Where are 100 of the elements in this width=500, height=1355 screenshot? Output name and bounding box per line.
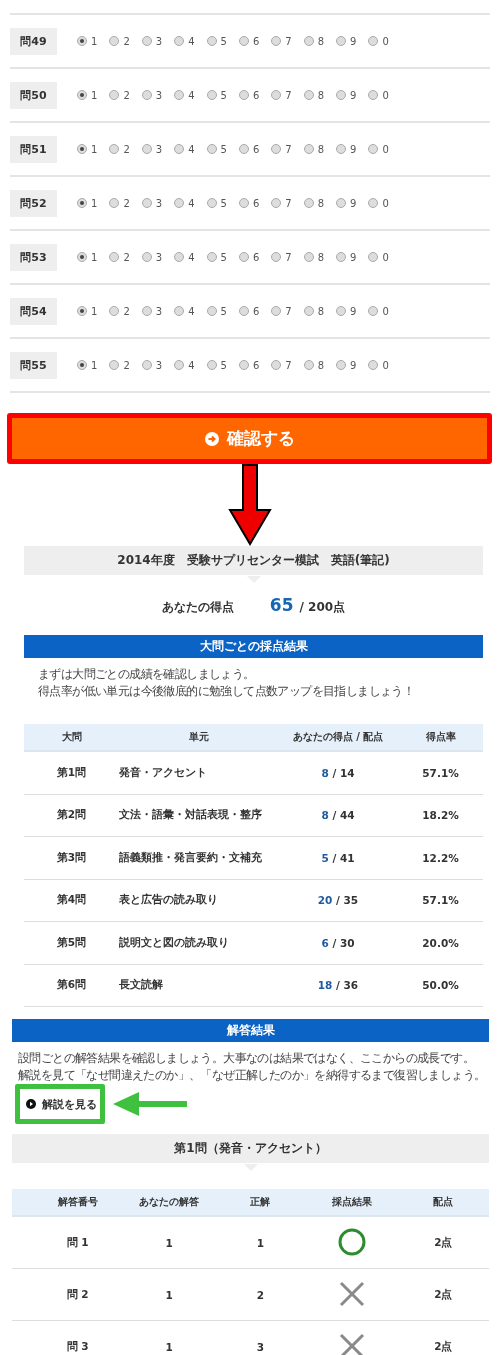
column-header: 配点	[432, 1195, 455, 1209]
radio-option[interactable]: 1	[77, 251, 98, 263]
question-label: 問50	[10, 81, 57, 109]
radio-option[interactable]: 2	[109, 305, 130, 317]
radio-option[interactable]: 0	[368, 35, 389, 47]
radio-option[interactable]: 0	[368, 251, 389, 263]
table-cell-text: 語義類推・発言要約・文補充	[119, 850, 263, 865]
radio-option[interactable]: 4	[174, 251, 195, 263]
table-cell-text: 発音・アクセント	[119, 765, 208, 780]
table-cell-text: 1	[164, 1288, 174, 1301]
radio-option[interactable]: 0	[368, 143, 389, 155]
table-cell-text: 第2問	[55, 808, 88, 823]
question-label: 問49	[10, 27, 57, 55]
radio-option[interactable]: 3	[141, 197, 163, 209]
radio-option[interactable]: 7	[271, 305, 292, 317]
radio-option[interactable]: 9	[336, 143, 357, 155]
radio-option[interactable]: 9	[336, 89, 357, 101]
radio-option[interactable]: 5	[206, 89, 227, 101]
radio-option[interactable]: 6	[238, 89, 260, 101]
radio-option[interactable]: 2	[109, 251, 130, 263]
radio-option[interactable]: 5	[206, 359, 227, 371]
radio-option[interactable]: 3	[141, 89, 163, 101]
intro-text: まずは大問ごとの成績を確認しましょう。	[37, 666, 256, 683]
radio-option[interactable]: 9	[336, 359, 357, 371]
radio-option[interactable]: 7	[271, 143, 292, 155]
question-label: 問52	[10, 189, 57, 217]
radio-option[interactable]: 0	[368, 89, 389, 101]
radio-option[interactable]: 8	[303, 359, 324, 371]
radio-option[interactable]: 6	[238, 35, 260, 47]
radio-option[interactable]: 6	[238, 305, 260, 317]
radio-option[interactable]: 4	[174, 143, 195, 155]
radio-option[interactable]: 0	[368, 359, 389, 371]
radio-option[interactable]: 4	[174, 359, 195, 371]
radio-option[interactable]: 6	[238, 197, 260, 209]
radio-option[interactable]: 2	[109, 359, 130, 371]
explanation-link[interactable]: 解説を見る	[20, 1096, 97, 1112]
radio-option[interactable]: 5	[206, 305, 227, 317]
radio-option[interactable]: 8	[303, 143, 324, 155]
question-label: 問54	[10, 297, 57, 325]
radio-option[interactable]: 4	[174, 197, 195, 209]
question-label: 問51	[10, 135, 57, 163]
section-title: 第1問（発音・アクセント）	[174, 1140, 327, 1157]
radio-option[interactable]: 9	[336, 251, 357, 263]
radio-option[interactable]: 1	[77, 359, 98, 371]
radio-option[interactable]: 9	[336, 197, 357, 209]
radio-option[interactable]: 8	[303, 197, 324, 209]
radio-option[interactable]: 3	[141, 359, 163, 371]
column-header: 採点結果	[330, 1195, 373, 1209]
column-header: あなたの解答	[138, 1195, 201, 1209]
radio-option[interactable]: 2	[109, 143, 130, 155]
radio-option[interactable]: 7	[271, 251, 292, 263]
exam-title: 2014年度 受験サプリセンター模試 英語(筆記)	[117, 552, 390, 569]
radio-option[interactable]: 8	[303, 35, 324, 47]
radio-option[interactable]: 9	[336, 305, 357, 317]
section-heading: 大問ごとの採点結果	[24, 635, 483, 658]
radio-option[interactable]: 7	[271, 35, 292, 47]
radio-option[interactable]: 5	[206, 197, 227, 209]
radio-option[interactable]: 1	[77, 305, 98, 317]
radio-option[interactable]: 4	[174, 89, 195, 101]
intro-text: 解説を見て「なぜ間違えたのか」、「なぜ正解したのか」を納得するまで復習しましょう。	[17, 1067, 487, 1084]
radio-option[interactable]: 0	[368, 305, 389, 317]
radio-option[interactable]: 1	[77, 143, 98, 155]
radio-option[interactable]: 4	[174, 305, 195, 317]
radio-option[interactable]: 5	[206, 143, 227, 155]
radio-option[interactable]: 6	[238, 359, 260, 371]
radio-option[interactable]: 3	[141, 143, 163, 155]
radio-option[interactable]: 8	[303, 251, 324, 263]
play-icon	[26, 1099, 36, 1109]
column-header: 解答番号	[56, 1195, 99, 1209]
score-label: あなたの得点	[161, 599, 234, 616]
radio-option[interactable]: 5	[206, 35, 227, 47]
radio-option[interactable]: 3	[141, 251, 163, 263]
radio-option[interactable]: 3	[141, 35, 163, 47]
radio-option[interactable]: 7	[271, 89, 292, 101]
radio-option[interactable]: 1	[77, 35, 98, 47]
radio-option[interactable]: 2	[109, 35, 130, 47]
table-cell-text: 18 / 36	[316, 979, 360, 992]
radio-option[interactable]: 6	[238, 143, 260, 155]
column-header: 得点率	[424, 730, 457, 744]
radio-option[interactable]: 6	[238, 251, 260, 263]
radio-option[interactable]: 5	[206, 251, 227, 263]
table-cell-text: 問 1	[65, 1235, 90, 1250]
radio-option[interactable]: 2	[109, 197, 130, 209]
radio-option[interactable]: 8	[303, 89, 324, 101]
radio-option[interactable]: 4	[174, 35, 195, 47]
radio-option[interactable]: 0	[368, 197, 389, 209]
radio-option[interactable]: 2	[109, 89, 130, 101]
table-cell-text: 20.0%	[421, 936, 460, 949]
radio-option[interactable]: 3	[141, 305, 163, 317]
table-cell-text: 問 3	[65, 1339, 90, 1354]
table-cell-text: 5 / 41	[320, 851, 356, 864]
intro-text: 得点率が低い単元は今後徹底的に勉強して点数アップを目指しましょう！	[37, 683, 416, 700]
radio-option[interactable]: 1	[77, 197, 98, 209]
radio-option[interactable]: 7	[271, 197, 292, 209]
table-cell-text: 1	[164, 1340, 174, 1353]
radio-option[interactable]: 8	[303, 305, 324, 317]
table-cell-text: 長文読解	[119, 978, 164, 993]
radio-option[interactable]: 1	[77, 89, 98, 101]
radio-option[interactable]: 7	[271, 359, 292, 371]
radio-option[interactable]: 9	[336, 35, 357, 47]
